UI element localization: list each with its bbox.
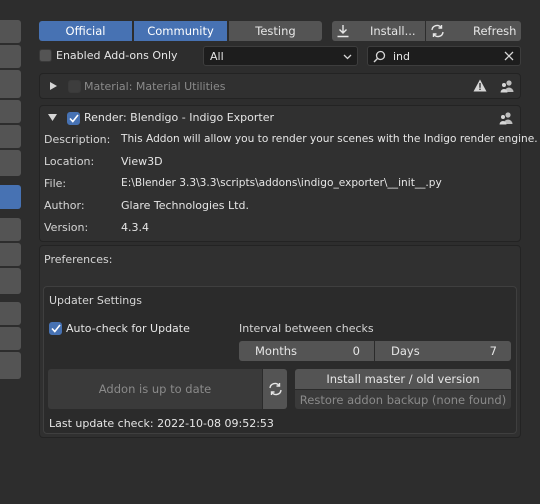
update-status-label: Addon is up to date	[98, 382, 212, 396]
tab-testing[interactable]: Testing	[228, 21, 322, 41]
version-key: Version:	[44, 221, 89, 234]
sidebar-tab-addons[interactable]	[0, 185, 21, 209]
refresh-button[interactable]: Refresh	[426, 21, 521, 41]
enabled-only-checkbox[interactable]	[39, 49, 52, 62]
enabled-only-toggle[interactable]: Enabled Add-ons Only	[39, 49, 178, 62]
last-update-check: Last update check: 2022-10-08 09:52:53	[49, 417, 274, 430]
interval-label: Interval between checks	[239, 322, 374, 335]
sidebar-tab[interactable]	[0, 45, 21, 68]
collapse-arrow-icon[interactable]	[48, 114, 57, 121]
install-label: Install...	[370, 24, 416, 38]
updater-settings-title: Updater Settings	[49, 294, 142, 307]
sidebar-tab[interactable]	[0, 352, 21, 379]
location-value: View3D	[121, 155, 163, 168]
chevron-down-icon	[343, 52, 352, 61]
search-field[interactable]: ind	[367, 46, 521, 66]
search-input[interactable]: ind	[393, 50, 410, 63]
refresh-icon	[430, 24, 445, 38]
sidebar-tab[interactable]	[0, 268, 21, 294]
expand-arrow-icon[interactable]	[50, 82, 57, 90]
category-dropdown[interactable]: All	[203, 46, 358, 66]
sidebar-tab[interactable]	[0, 100, 21, 123]
sidebar-tab[interactable]	[0, 70, 21, 98]
file-key: File:	[44, 177, 67, 190]
tab-official[interactable]: Official	[39, 21, 132, 41]
sidebar-tab[interactable]	[0, 243, 21, 266]
addon-name: Render: Blendigo - Indigo Exporter	[84, 111, 274, 124]
enabled-only-label: Enabled Add-ons Only	[56, 49, 178, 62]
install-version-button[interactable]: Install master / old version	[295, 369, 511, 389]
sidebar-tab[interactable]	[0, 125, 21, 148]
addon-enable-checkbox[interactable]	[68, 80, 81, 93]
author-key: Author:	[44, 199, 85, 212]
search-icon	[373, 50, 386, 63]
addon-enable-checkbox[interactable]	[67, 112, 80, 125]
install-version-label: Install master / old version	[326, 372, 480, 386]
community-icon	[499, 111, 513, 125]
days-field[interactable]: Days 7	[375, 341, 511, 361]
clear-search-icon[interactable]	[504, 51, 514, 61]
check-now-button[interactable]	[263, 369, 287, 409]
months-value: 0	[352, 344, 360, 358]
version-value: 4.3.4	[121, 221, 149, 234]
author-value: Glare Technologies Ltd.	[121, 199, 249, 212]
community-icon	[500, 79, 514, 93]
sidebar-tab[interactable]	[0, 327, 21, 350]
preferences-title: Preferences:	[44, 253, 113, 266]
months-label: Months	[255, 344, 298, 358]
update-status-button: Addon is up to date	[48, 369, 262, 409]
auto-check-label: Auto-check for Update	[66, 322, 190, 335]
auto-check-checkbox[interactable]	[49, 322, 62, 335]
file-value: E:\Blender 3.3\3.3\scripts\addons\indigo…	[121, 177, 442, 189]
addon-name: Material: Material Utilities	[84, 80, 226, 93]
description-key: Description:	[44, 133, 111, 146]
restore-backup-button: Restore addon backup (none found)	[295, 390, 511, 409]
tab-community[interactable]: Community	[133, 21, 227, 41]
months-field[interactable]: Months 0	[239, 341, 374, 361]
auto-check-toggle[interactable]: Auto-check for Update	[49, 322, 190, 335]
addon-row-material-utilities: Material: Material Utilities	[39, 73, 521, 99]
restore-backup-label: Restore addon backup (none found)	[299, 392, 507, 407]
sidebar-tab[interactable]	[0, 20, 21, 43]
install-button[interactable]: Install...	[332, 21, 425, 41]
download-icon	[336, 24, 350, 38]
refresh-icon	[268, 382, 283, 396]
sidebar-tab[interactable]	[0, 302, 21, 325]
addon-panel-blendigo	[39, 105, 521, 242]
category-value: All	[210, 49, 224, 63]
description-value: This Addon will allow you to render your…	[121, 133, 538, 145]
location-key: Location:	[44, 155, 95, 168]
days-label: Days	[391, 344, 420, 358]
warning-icon	[473, 79, 487, 92]
days-value: 7	[489, 344, 497, 358]
sidebar-tab[interactable]	[0, 150, 21, 176]
refresh-label: Refresh	[473, 24, 517, 38]
sidebar-tab[interactable]	[0, 218, 21, 241]
